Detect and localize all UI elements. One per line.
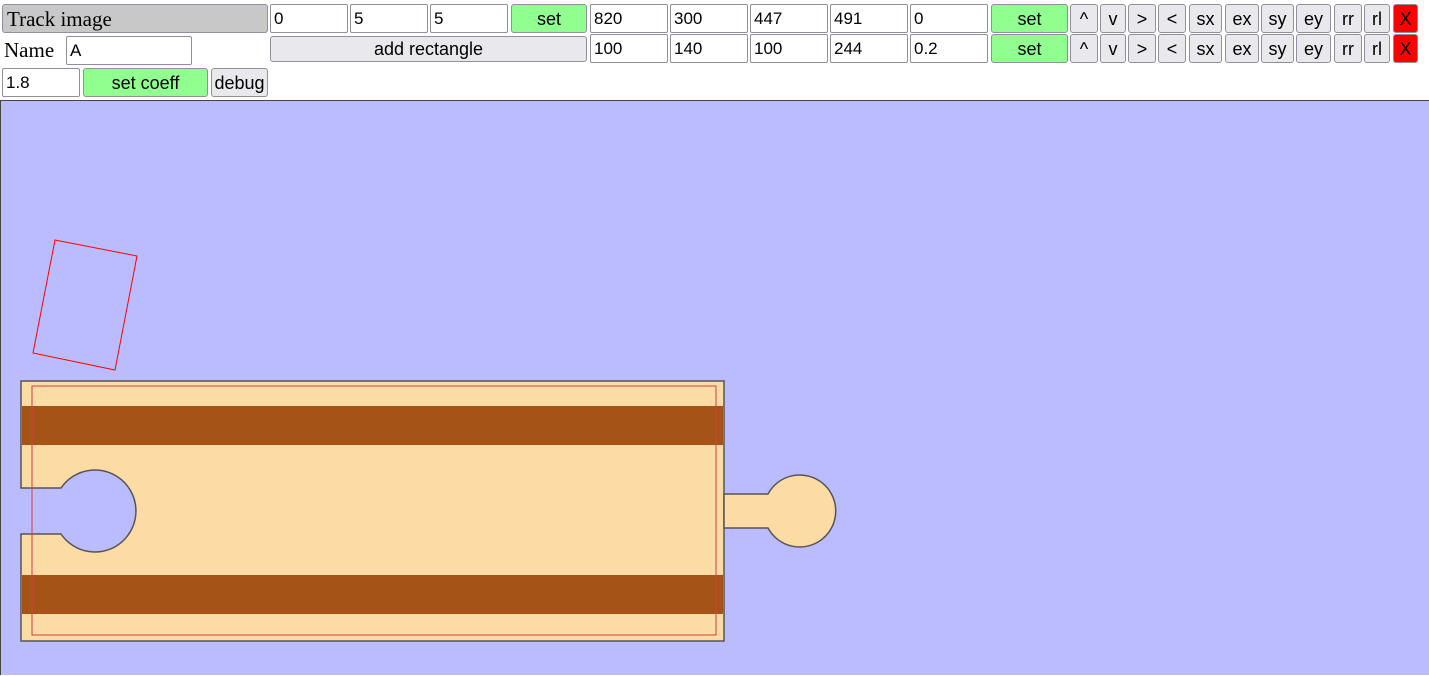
rect2-y-input[interactable]: [670, 34, 748, 63]
rect2-ex-button[interactable]: ex: [1225, 34, 1259, 63]
track-image-button[interactable]: Track image: [2, 4, 268, 33]
rect1-rotate-left-button[interactable]: rl: [1364, 4, 1390, 33]
name-input[interactable]: [66, 36, 192, 65]
offset-x-input[interactable]: [270, 4, 348, 33]
rect2-x-input[interactable]: [590, 34, 668, 63]
rect1-delete-button[interactable]: X: [1393, 4, 1418, 33]
rect1-ex-button[interactable]: ex: [1225, 4, 1259, 33]
rect1-x-input[interactable]: [590, 4, 668, 33]
rect2-set-button[interactable]: set: [991, 34, 1068, 63]
rect2-move-right-button[interactable]: >: [1128, 34, 1156, 63]
track-drawing: [20, 239, 837, 642]
rect2-rotate-right-button[interactable]: rr: [1334, 34, 1362, 63]
rect1-height-input[interactable]: [830, 4, 908, 33]
coeff-input[interactable]: [2, 68, 80, 97]
rect1-sx-button[interactable]: sx: [1189, 4, 1222, 33]
name-label: Name: [4, 38, 55, 62]
offset-y-input[interactable]: [350, 4, 428, 33]
rect2-move-up-button[interactable]: ^: [1070, 34, 1098, 63]
offset-z-input[interactable]: [430, 4, 508, 33]
rect2-rotate-left-button[interactable]: rl: [1364, 34, 1390, 63]
rect2-width-input[interactable]: [750, 34, 828, 63]
add-rectangle-button[interactable]: add rectangle: [270, 36, 587, 62]
rect2-rotation-input[interactable]: [910, 34, 988, 63]
rect1-sy-button[interactable]: sy: [1261, 4, 1294, 33]
set-coeff-button[interactable]: set coeff: [83, 68, 208, 97]
track-male-connector: [723, 474, 837, 548]
track-canvas[interactable]: [0, 100, 1429, 675]
rect2-move-left-button[interactable]: <: [1158, 34, 1186, 63]
rect1-rotate-right-button[interactable]: rr: [1334, 4, 1362, 33]
rect1-set-button[interactable]: set: [991, 4, 1068, 33]
rect1-move-up-button[interactable]: ^: [1070, 4, 1098, 33]
rect1-ey-button[interactable]: ey: [1296, 4, 1331, 33]
set-offset-button[interactable]: set: [511, 4, 587, 33]
rect2-move-down-button[interactable]: v: [1100, 34, 1126, 63]
rect2-sy-button[interactable]: sy: [1261, 34, 1294, 63]
rect2-height-input[interactable]: [830, 34, 908, 63]
selection-rectangle-outline: [32, 239, 138, 371]
rect1-move-right-button[interactable]: >: [1128, 4, 1156, 33]
rect1-rotation-input[interactable]: [910, 4, 988, 33]
rect2-delete-button[interactable]: X: [1393, 34, 1418, 63]
rect1-move-left-button[interactable]: <: [1158, 4, 1186, 33]
debug-button[interactable]: debug: [211, 68, 268, 97]
track-rail-top: [22, 406, 723, 445]
rect2-sx-button[interactable]: sx: [1189, 34, 1222, 63]
rect2-ey-button[interactable]: ey: [1296, 34, 1331, 63]
track-rail-bottom: [22, 575, 723, 614]
rect1-y-input[interactable]: [670, 4, 748, 33]
rect1-move-down-button[interactable]: v: [1100, 4, 1126, 33]
rect1-width-input[interactable]: [750, 4, 828, 33]
